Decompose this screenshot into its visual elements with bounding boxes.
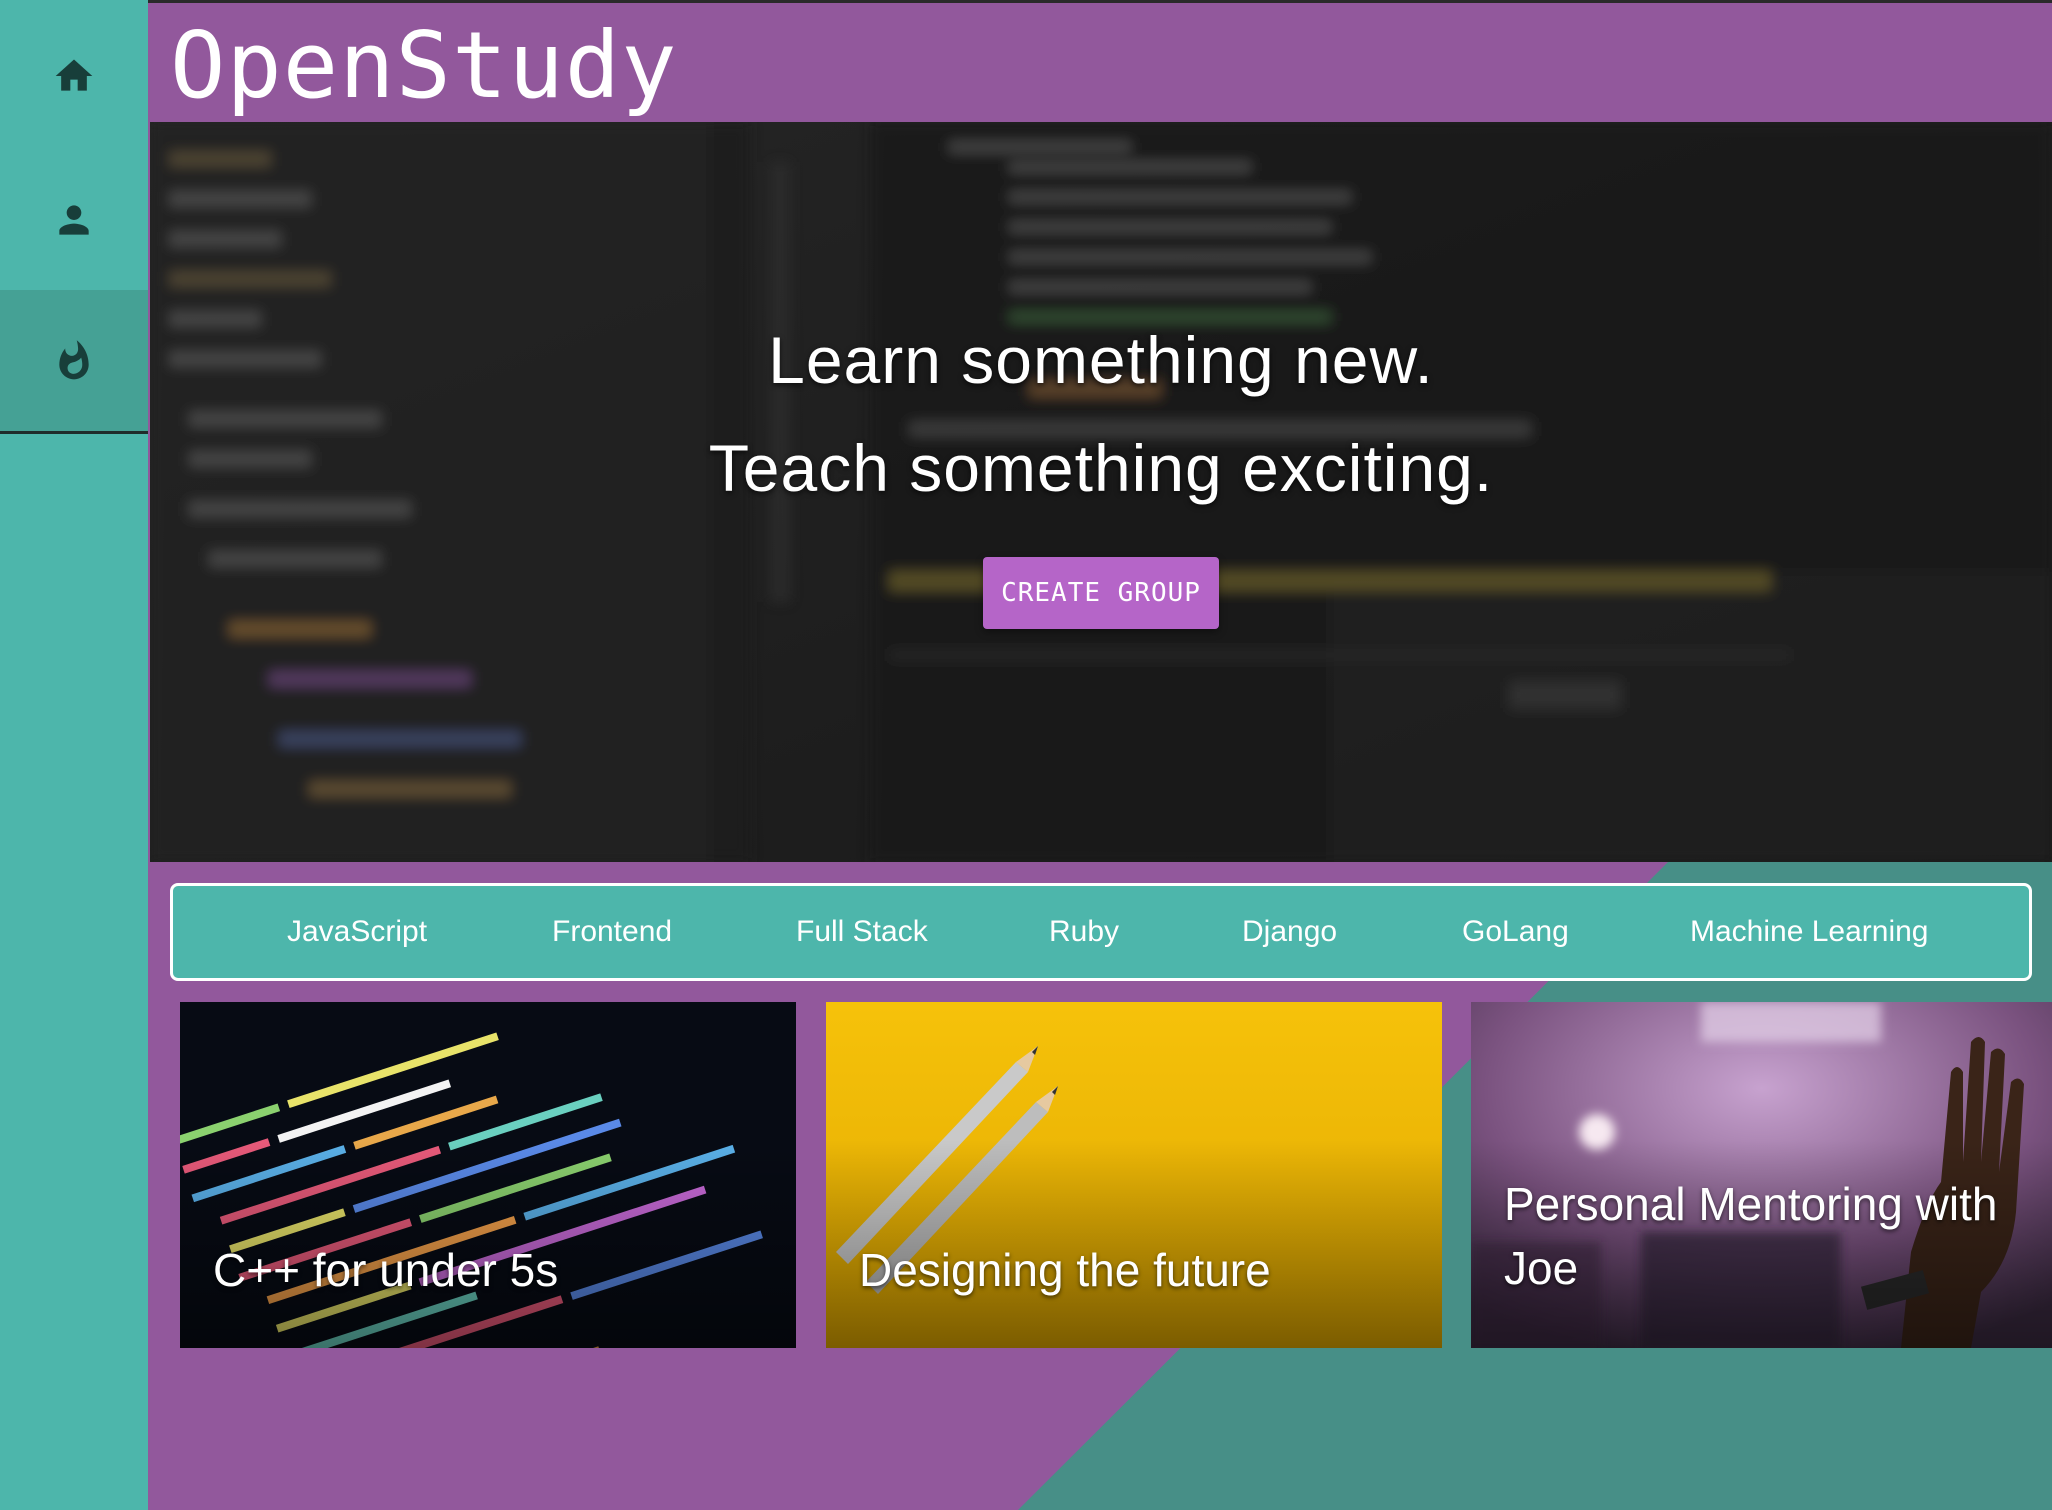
app-header: OpenStudy <box>148 0 2052 122</box>
card-title: Designing the future <box>859 1244 1271 1296</box>
card-title: C++ for under 5s <box>213 1244 559 1296</box>
nav-home[interactable] <box>0 4 148 148</box>
app-title[interactable]: OpenStudy <box>170 15 678 116</box>
hero-headline-2: Teach something exciting. <box>708 431 1494 505</box>
sidebar <box>0 0 148 1510</box>
tag-javascript[interactable]: JavaScript <box>287 886 427 978</box>
fire-icon <box>59 339 89 379</box>
tag-django[interactable]: Django <box>1242 886 1337 978</box>
topic-tag-bar: JavaScript Frontend Full Stack Ruby Djan… <box>170 883 2032 981</box>
nav-trending[interactable] <box>0 290 148 434</box>
hero-headline-1: Learn something new. <box>768 323 1434 397</box>
group-card[interactable]: Personal Mentoring with Joe <box>1471 1002 2052 1348</box>
tag-ruby[interactable]: Ruby <box>1049 886 1119 978</box>
person-icon <box>59 205 89 235</box>
tag-full-stack[interactable]: Full Stack <box>796 886 928 978</box>
nav-profile[interactable] <box>0 148 148 292</box>
group-card[interactable]: C++ for under 5s <box>180 1002 796 1348</box>
tag-machine-learning[interactable]: Machine Learning <box>1690 886 1929 978</box>
home-icon <box>55 59 93 91</box>
tag-golang[interactable]: GoLang <box>1462 886 1569 978</box>
card-title: Personal Mentoring with Joe <box>1504 1178 1998 1295</box>
hero-banner: Learn something new. Teach something exc… <box>150 122 2052 862</box>
group-card[interactable]: Designing the future <box>826 1002 1442 1348</box>
create-group-button[interactable]: CREATE GROUP <box>983 557 1219 629</box>
tag-frontend[interactable]: Frontend <box>552 886 672 978</box>
